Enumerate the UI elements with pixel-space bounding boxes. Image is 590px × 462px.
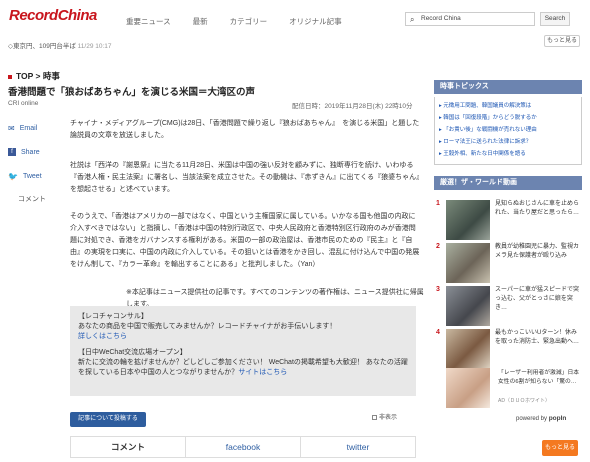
rank-number: 4 — [436, 329, 440, 336]
topic-item[interactable]: ▸ 元徴用工問題、韓国議員の解決策は — [439, 100, 577, 112]
rank-number: 1 — [436, 200, 440, 207]
share-email[interactable]: ✉ Email — [8, 124, 58, 133]
hide-checkbox[interactable]: 非表示 — [372, 412, 397, 421]
ad-thumbnail[interactable] — [446, 368, 490, 408]
comment-tabs: コメント facebook twitter — [70, 436, 416, 458]
ad-title[interactable]: 「レーザー利用者が激減」日本女性の6割が知らない「驚の… — [498, 369, 582, 387]
video-thumbnail[interactable] — [446, 286, 490, 326]
topic-item[interactable]: ▸ 「お貴い後」な戦闘機が売れない理由 — [439, 124, 577, 136]
site-header: RecordChina 重要ニュース 最新 カテゴリー オリジナル記事 ⌕ Rec… — [0, 0, 590, 32]
rank-number: 2 — [436, 243, 440, 250]
topics-heading: 時事トピックス — [434, 80, 582, 94]
article-paragraph-1: チャイナ・メディアグループ(CMG)は28日、「香港問題で繰り返し『狼おばあちゃ… — [70, 120, 420, 139]
logo-accent: China — [57, 7, 98, 24]
nav-important[interactable]: 重要ニュース — [126, 16, 171, 27]
nav-category[interactable]: カテゴリー — [230, 16, 268, 27]
search-icon: ⌕ — [410, 15, 415, 24]
main-nav: 重要ニュース 最新 カテゴリー オリジナル記事 — [126, 16, 342, 27]
ranking-title[interactable]: 最もかっこいいUターン！休みを取った消防士、緊急出動へ… — [495, 329, 581, 347]
news-ticker[interactable]: ◇東京円、109円台半ば 11/29 10:17 — [8, 40, 112, 50]
video-thumbnail[interactable] — [446, 329, 490, 369]
search-input[interactable]: ⌕ Record China — [405, 12, 535, 26]
topic-item[interactable]: ▸ 王毅外相、新たな日中関係を語る — [439, 148, 577, 160]
ranking-title[interactable]: 見知らぬおじさんに車を止められた、当たり屋だと思ったら… — [495, 200, 581, 218]
see-more-button[interactable]: もっと見る — [542, 440, 578, 456]
share-facebook[interactable]: f Share — [8, 148, 58, 156]
ranking-item[interactable]: 3 スーパーに車が猛スピードで突っ込む、父がとっさに娘を突き… — [434, 286, 582, 332]
video-thumbnail[interactable] — [446, 200, 490, 240]
twitter-icon: 🐦 — [8, 172, 18, 181]
nav-original[interactable]: オリジナル記事 — [289, 16, 342, 27]
ranking-title[interactable]: 教員が幼稚園児に暴力、監視カメラ見た保護者が殴り込み — [495, 243, 581, 261]
article-source: CRI online — [8, 100, 39, 107]
bullet-icon — [8, 74, 12, 79]
page-title: 香港問題で「狼おばあちゃん」を演じる米国＝大湾区の声 — [8, 87, 256, 98]
powered-by: powered by popIn — [516, 415, 567, 422]
topic-item[interactable]: ▸ ローマ法王に送られた法律に訴求？ — [439, 136, 577, 148]
breadcrumb: TOP > 時事 — [8, 70, 60, 82]
video-thumbnail[interactable] — [446, 243, 490, 283]
promo-heading-1: 【レコチャコンサル】 — [78, 313, 148, 320]
promo-link-2[interactable]: サイトはこちら — [238, 369, 287, 376]
facebook-icon: f — [8, 148, 16, 156]
ad-label: AD（ＤＵＯホワイト） — [498, 398, 550, 404]
article-paragraph-2: 社説は「西洋の『謝恩祭』に当たる11月28日、米国は中国の強い反対を顧みずに、独… — [70, 162, 420, 193]
rank-number: 3 — [436, 286, 440, 293]
ranking-item[interactable]: 2 教員が幼稚園児に暴力、監視カメラ見た保護者が殴り込み — [434, 243, 582, 289]
promo-heading-2: 【日中WeChat交流広場オープン】 — [78, 349, 187, 356]
search-button[interactable]: Search — [540, 12, 570, 26]
article-date: 配信日時：2019年11月28日(木) 22時10分 — [292, 103, 413, 110]
topic-item[interactable]: ▸ 韓国は「回復段階」からどう脱するか — [439, 112, 577, 124]
promo-box: 【レコチャコンサル】 あなたの商品を中国で販売してみませんか？レコードチャイナが… — [70, 306, 416, 396]
promo-text-1: あなたの商品を中国で販売してみませんか？レコードチャイナがお手伝いします！ — [78, 323, 337, 330]
article-paragraph-3: そのうえで、「香港はアメリカの一部ではなく、中国という主権国家に属している。いか… — [70, 213, 420, 268]
ranking-heading: 厳選！ザ・ワールド動画 — [434, 176, 582, 190]
more-button[interactable]: もっと見る — [544, 35, 580, 47]
tab-comment[interactable]: コメント — [71, 437, 186, 457]
tab-facebook[interactable]: facebook — [186, 437, 301, 457]
ranking-title[interactable]: スーパーに車が猛スピードで突っ込む、父がとっさに娘を突き… — [495, 286, 581, 313]
nav-latest[interactable]: 最新 — [193, 16, 208, 27]
tab-twitter[interactable]: twitter — [301, 437, 415, 457]
site-logo[interactable]: RecordChina — [9, 7, 97, 24]
checkbox-icon — [372, 414, 377, 420]
share-twitter[interactable]: 🐦 Tweet — [8, 172, 58, 181]
promo-link-1[interactable]: 詳しくはこちら — [78, 332, 408, 342]
post-about-article-button[interactable]: 記事について投稿する — [70, 412, 146, 427]
popin-logo[interactable]: popIn — [549, 415, 567, 422]
promo-text-2: 新たに交流の輪を拡げませんか？どしどしご参加ください！ WeChatの掲載希望も… — [78, 359, 408, 376]
share-comment[interactable]: コメント — [18, 194, 68, 204]
ranking-item[interactable]: 1 見知らぬおじさんに車を止められた、当たり屋だと思ったら… — [434, 200, 582, 246]
topics-list: ▸ 元徴用工問題、韓国議員の解決策は ▸ 韓国は「回復段階」からどう脱するか ▸… — [434, 97, 582, 165]
email-icon: ✉ — [8, 124, 15, 133]
